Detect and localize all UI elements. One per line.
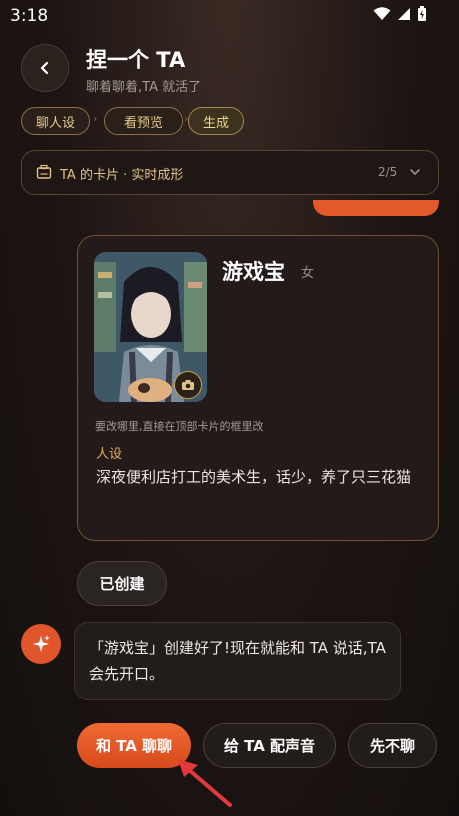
signal-icon bbox=[398, 8, 410, 20]
page-subtitle: 聊着聊着,TA 就活了 bbox=[86, 80, 202, 95]
card-bar-label: TA 的卡片 · 实时成形 bbox=[60, 168, 184, 183]
persona-label: 人设 bbox=[96, 447, 123, 462]
back-button[interactable] bbox=[21, 44, 69, 92]
skip-chat-button[interactable]: 先不聊 bbox=[348, 723, 437, 768]
bot-message: 「游戏宝」创建好了!现在就能和 TA 说话,TA 会先开口。 bbox=[74, 622, 401, 700]
page-title: 捏一个 TA bbox=[86, 48, 186, 72]
chevron-down-icon[interactable] bbox=[409, 167, 421, 177]
sparkle-icon bbox=[33, 635, 50, 652]
change-avatar-button[interactable] bbox=[174, 371, 202, 399]
edit-hint: 要改哪里,直接在顶部卡片的框里改 bbox=[95, 420, 264, 433]
step-persona[interactable]: 聊人设 bbox=[21, 107, 90, 135]
card-icon bbox=[36, 164, 52, 179]
step-preview[interactable]: 看预览 bbox=[104, 107, 183, 135]
step-generate[interactable]: 生成 bbox=[188, 107, 244, 135]
bot-avatar bbox=[21, 624, 61, 664]
character-gender: 女 bbox=[301, 266, 315, 281]
wifi-icon bbox=[373, 7, 391, 20]
chevron-left-icon bbox=[40, 61, 49, 75]
previous-message-bubble bbox=[313, 200, 439, 216]
status-icons bbox=[373, 6, 427, 22]
step-separator-icon: › bbox=[93, 112, 98, 125]
camera-icon bbox=[182, 380, 194, 390]
battery-icon bbox=[418, 6, 426, 21]
card-bar-count: 2/5 bbox=[378, 165, 398, 179]
character-name[interactable]: 游戏宝 bbox=[222, 256, 285, 286]
created-status-pill: 已创建 bbox=[77, 561, 167, 606]
status-time: 3:18 bbox=[10, 6, 49, 26]
persona-text[interactable]: 深夜便利店打工的美术生，话少，养了只三花猫 bbox=[96, 465, 426, 489]
pointer-arrow-icon bbox=[178, 759, 232, 807]
